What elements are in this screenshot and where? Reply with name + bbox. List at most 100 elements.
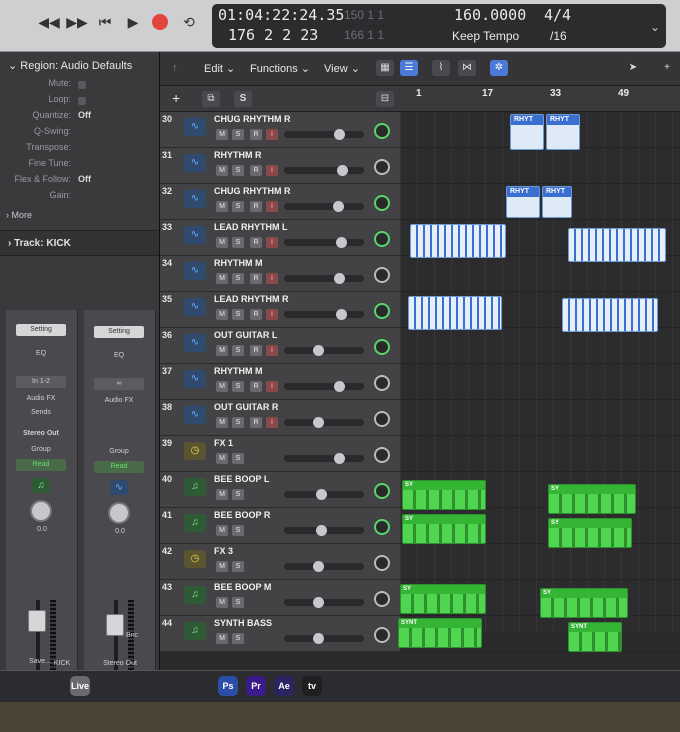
track-lane[interactable] xyxy=(400,400,680,436)
track-row[interactable]: 39 ◷ FX 1 MS xyxy=(160,436,400,472)
mute-button[interactable]: M xyxy=(216,273,228,284)
audio-region[interactable] xyxy=(410,224,506,258)
solo-button[interactable]: S xyxy=(232,237,244,248)
track-name[interactable]: CHUG RHYTHM R xyxy=(214,114,291,124)
track-name[interactable]: OUT GUITAR L xyxy=(214,330,277,340)
volume-slider[interactable] xyxy=(284,561,364,572)
midi-region[interactable]: SY xyxy=(400,584,486,614)
volume-slider-thumb[interactable] xyxy=(313,597,324,608)
track-name[interactable]: BEE BOOP M xyxy=(214,582,271,592)
solo-button[interactable]: S xyxy=(232,489,244,500)
param-row[interactable]: Gain: xyxy=(0,190,159,206)
pan-knob[interactable] xyxy=(374,591,390,607)
audio-region[interactable] xyxy=(408,296,502,330)
record-enable-button[interactable]: R xyxy=(250,129,262,140)
automation-mode[interactable]: Read xyxy=(94,461,144,473)
volume-slider[interactable] xyxy=(284,237,364,248)
audio-region[interactable] xyxy=(562,298,658,332)
region-inspector-header[interactable]: ⌄ Region: Audio Defaults xyxy=(0,52,159,78)
track-row[interactable]: 36 ∿ OUT GUITAR L MSRI xyxy=(160,328,400,364)
solo-button[interactable]: S xyxy=(232,453,244,464)
pointer-tool-icon[interactable]: ➤ xyxy=(624,60,642,76)
volume-slider-thumb[interactable] xyxy=(313,633,324,644)
back-icon[interactable]: ↑ xyxy=(172,62,178,74)
volume-slider[interactable] xyxy=(284,345,364,356)
volume-slider[interactable] xyxy=(284,525,364,536)
fast-forward-icon[interactable]: ▶▶ xyxy=(66,13,88,31)
param-row[interactable]: Quantize: Off xyxy=(0,110,159,126)
input-slot[interactable]: In 1-2 xyxy=(16,376,66,388)
midi-region[interactable]: SY xyxy=(402,480,486,510)
waveform-icon[interactable]: ∿ xyxy=(184,370,206,388)
mute-button[interactable]: M xyxy=(216,129,228,140)
volume-slider[interactable] xyxy=(284,273,364,284)
track-lane[interactable] xyxy=(400,148,680,184)
audio-region[interactable]: RHYT xyxy=(510,114,544,150)
midi-instrument-icon[interactable]: ♫ xyxy=(184,514,206,532)
setting-button[interactable]: Setting xyxy=(94,326,144,338)
midi-region[interactable]: SY xyxy=(540,588,628,618)
param-row[interactable]: Flex & Follow: Off xyxy=(0,174,159,190)
mute-button[interactable]: M xyxy=(216,417,228,428)
volume-slider[interactable] xyxy=(284,201,364,212)
track-row[interactable]: 40 ♫ BEE BOOP L MS xyxy=(160,472,400,508)
solo-button[interactable]: S xyxy=(232,201,244,212)
track-row[interactable]: 37 ∿ RHYTHM M MSRI xyxy=(160,364,400,400)
input-monitor-button[interactable]: I xyxy=(266,417,278,428)
midi-instrument-icon[interactable]: ♫ xyxy=(184,586,206,604)
volume-slider[interactable] xyxy=(284,129,364,140)
track-row[interactable]: 44 ♫ SYNTH BASS M S xyxy=(160,616,400,652)
track-row[interactable]: 33 ∿ LEAD RHYTHM L MSRI xyxy=(160,220,400,256)
volume-slider-thumb[interactable] xyxy=(334,273,345,284)
mute-button[interactable]: M xyxy=(216,165,228,176)
pan-knob[interactable] xyxy=(374,339,390,355)
dock-app-live[interactable]: Live xyxy=(70,676,90,696)
solo-button[interactable]: S xyxy=(232,525,244,536)
record-enable-button[interactable]: R xyxy=(250,345,262,356)
param-row[interactable]: Fine Tune: xyxy=(0,158,159,174)
pan-knob[interactable] xyxy=(374,159,390,175)
track-row[interactable]: 42 ◷ FX 3 MS xyxy=(160,544,400,580)
input-monitor-button[interactable]: I xyxy=(266,129,278,140)
solo-button[interactable]: S xyxy=(232,417,244,428)
mute-button[interactable]: M xyxy=(216,525,228,536)
track-row[interactable]: 43 ♫ BEE BOOP M MS xyxy=(160,580,400,616)
pan-knob[interactable] xyxy=(374,195,390,211)
pan-knob[interactable] xyxy=(374,411,390,427)
track-name[interactable]: LEAD RHYTHM R xyxy=(214,294,289,304)
list-view-icon[interactable]: ☰ xyxy=(400,60,418,76)
track-name[interactable]: SYNTH BASS xyxy=(214,618,272,628)
volume-slider-thumb[interactable] xyxy=(313,345,324,356)
automation-icon[interactable]: ⌇ xyxy=(432,60,450,76)
track-row[interactable]: 32 ∿ CHUG RHYTHM R MSRI xyxy=(160,184,400,220)
volume-slider[interactable] xyxy=(284,381,364,392)
waveform-icon[interactable]: ∿ xyxy=(184,262,206,280)
midi-instrument-icon[interactable]: ♫ xyxy=(184,478,206,496)
output-slot[interactable]: Stereo Out xyxy=(16,428,66,440)
volume-slider-thumb[interactable] xyxy=(333,201,344,212)
pan-knob[interactable] xyxy=(374,231,390,247)
solo-button[interactable]: S xyxy=(232,633,244,644)
track-name[interactable]: RHYTHM M xyxy=(214,366,263,376)
setting-button[interactable]: Setting xyxy=(16,324,66,336)
mute-button[interactable]: M xyxy=(216,309,228,320)
param-checkbox[interactable] xyxy=(78,81,86,89)
param-value[interactable]: Off xyxy=(78,174,91,184)
grid-view-icon[interactable]: ▦ xyxy=(376,60,394,76)
dock-app-ae[interactable]: Ae xyxy=(274,676,294,696)
solo-button[interactable]: S xyxy=(232,129,244,140)
volume-slider-thumb[interactable] xyxy=(336,309,347,320)
eq-button[interactable]: EQ xyxy=(16,348,66,360)
param-row[interactable]: Q-Swing: xyxy=(0,126,159,142)
volume-slider-thumb[interactable] xyxy=(336,237,347,248)
midi-region[interactable]: SY xyxy=(548,484,636,514)
eq-button[interactable]: EQ xyxy=(94,350,144,362)
crosshair-tool-icon[interactable]: + xyxy=(658,60,676,76)
mute-button[interactable]: M xyxy=(216,561,228,572)
dock-app-ps[interactable]: Ps xyxy=(218,676,238,696)
audio-region[interactable] xyxy=(568,228,666,262)
pan-knob[interactable] xyxy=(374,483,390,499)
waveform-icon[interactable]: ∿ xyxy=(184,334,206,352)
waveform-icon[interactable]: ∿ xyxy=(184,118,206,136)
volume-slider-thumb[interactable] xyxy=(313,561,324,572)
